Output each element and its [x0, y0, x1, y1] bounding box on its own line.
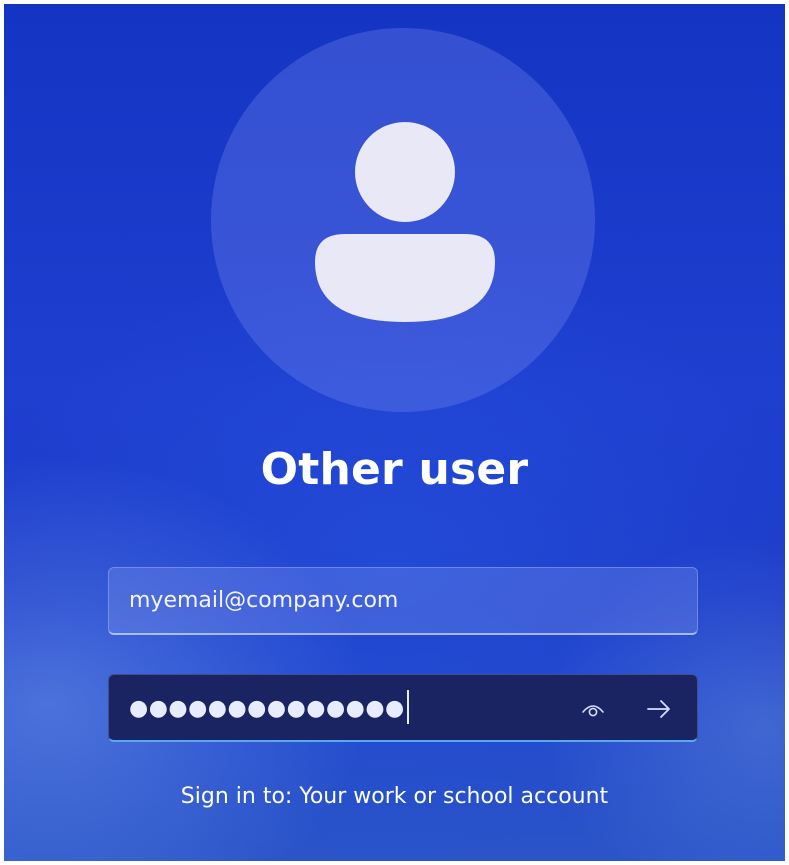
lock-screen: Other user myemail@company.com ●●●●●●●●●…	[4, 4, 785, 861]
eye-icon	[582, 705, 604, 717]
user-name-heading: Other user	[260, 444, 529, 495]
password-mask: ●●●●●●●●●●●●●●	[129, 696, 405, 721]
arrow-right-icon	[647, 700, 670, 718]
password-value: ●●●●●●●●●●●●●●	[129, 690, 409, 726]
reveal-password-button[interactable]	[577, 693, 609, 725]
email-field[interactable]: myemail@company.com	[108, 567, 698, 635]
password-field[interactable]: ●●●●●●●●●●●●●●	[108, 674, 698, 742]
user-avatar	[211, 28, 595, 412]
submit-button[interactable]	[641, 691, 677, 727]
text-caret	[406, 690, 409, 724]
sign-in-target-text: Sign in to: Your work or school account	[180, 784, 609, 809]
email-value: myemail@company.com	[129, 588, 399, 613]
user-silhouette-icon	[315, 122, 495, 322]
